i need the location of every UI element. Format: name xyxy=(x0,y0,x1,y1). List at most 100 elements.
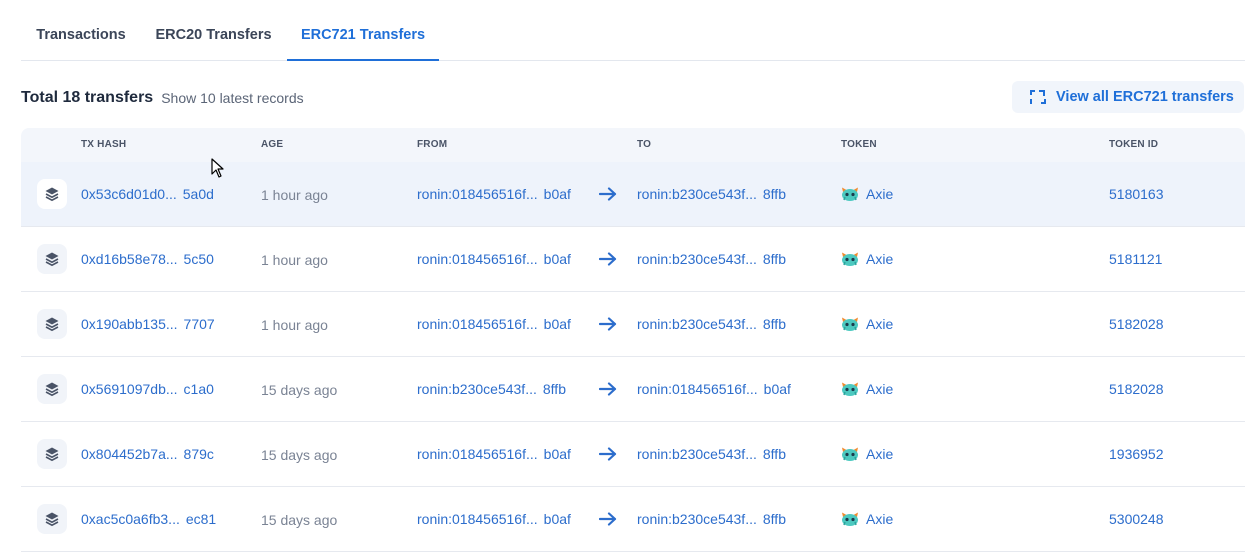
layers-icon[interactable] xyxy=(37,504,67,534)
axie-icon xyxy=(841,511,859,527)
to-address-link[interactable]: ronin:b230ce543f... 8ffb xyxy=(637,227,786,291)
from-address-link[interactable]: ronin:018456516f... b0af xyxy=(417,292,571,356)
token-id-link[interactable]: 5300248 xyxy=(1109,487,1164,551)
col-from: FROM xyxy=(417,139,448,150)
view-all-erc721-button[interactable]: View all ERC721 transfers xyxy=(1012,81,1244,113)
token-id-link[interactable]: 5182028 xyxy=(1109,292,1164,356)
tx-hash-start[interactable]: 0x5691097db... xyxy=(81,381,178,397)
arrow-right-icon xyxy=(599,162,617,226)
from-address-end[interactable]: 8ffb xyxy=(543,381,566,397)
from-address-start[interactable]: ronin:018456516f... xyxy=(417,446,538,462)
to-address-link[interactable]: ronin:b230ce543f... 8ffb xyxy=(637,162,786,226)
table-row[interactable]: 0x5691097db... c1a0 15 days ago ronin:b23… xyxy=(21,357,1245,422)
arrow-right-icon xyxy=(599,357,617,421)
to-address-end[interactable]: b0af xyxy=(764,381,791,397)
tx-hash-start[interactable]: 0xac5c0a6fb3... xyxy=(81,511,180,527)
token-id-link[interactable]: 5182028 xyxy=(1109,357,1164,421)
to-address-start[interactable]: ronin:b230ce543f... xyxy=(637,511,757,527)
token-link[interactable]: Axie xyxy=(841,422,893,486)
tx-hash-end[interactable]: ec81 xyxy=(186,511,216,527)
to-address-link[interactable]: ronin:b230ce543f... 8ffb xyxy=(637,487,786,551)
from-address-end[interactable]: b0af xyxy=(544,446,571,462)
from-address-start[interactable]: ronin:b230ce543f... xyxy=(417,381,537,397)
from-address-start[interactable]: ronin:018456516f... xyxy=(417,251,538,267)
to-address-end[interactable]: 8ffb xyxy=(763,446,786,462)
token-id-link[interactable]: 5180163 xyxy=(1109,162,1164,226)
token-name[interactable]: Axie xyxy=(866,186,893,202)
axie-icon xyxy=(841,251,859,267)
layers-icon[interactable] xyxy=(37,439,67,469)
table-row[interactable]: 0x804452b7a... 879c 15 days ago ronin:018… xyxy=(21,422,1245,487)
layers-icon[interactable] xyxy=(37,179,67,209)
mouse-cursor-icon xyxy=(211,158,225,183)
from-address-end[interactable]: b0af xyxy=(544,316,571,332)
from-address-end[interactable]: b0af xyxy=(544,511,571,527)
tx-hash-link[interactable]: 0x53c6d01d0... 5a0d xyxy=(81,162,214,226)
from-address-start[interactable]: ronin:018456516f... xyxy=(417,511,538,527)
tx-hash-end[interactable]: 5a0d xyxy=(183,186,214,202)
tx-hash-link[interactable]: 0x190abb135... 7707 xyxy=(81,292,215,356)
to-address-end[interactable]: 8ffb xyxy=(763,186,786,202)
from-address-link[interactable]: ronin:018456516f... b0af xyxy=(417,487,571,551)
tx-hash-end[interactable]: c1a0 xyxy=(184,381,214,397)
token-name[interactable]: Axie xyxy=(866,251,893,267)
token-id-link[interactable]: 5181121 xyxy=(1109,227,1162,291)
table-row[interactable]: 0x53c6d01d0... 5a0d 1 hour ago ronin:0184… xyxy=(21,162,1245,227)
from-address-link[interactable]: ronin:b230ce543f... 8ffb xyxy=(417,357,566,421)
tx-hash-link[interactable]: 0xac5c0a6fb3... ec81 xyxy=(81,487,216,551)
age-text: 15 days ago xyxy=(261,512,338,528)
tx-hash-start[interactable]: 0xd16b58e78... xyxy=(81,251,178,267)
table-header: TX HASH AGE FROM TO TOKEN TOKEN ID xyxy=(21,128,1245,162)
to-address-start[interactable]: ronin:b230ce543f... xyxy=(637,251,757,267)
tab-erc721-transfers[interactable]: ERC721 Transfers xyxy=(287,0,439,61)
token-name[interactable]: Axie xyxy=(866,511,893,527)
token-link[interactable]: Axie xyxy=(841,292,893,356)
from-address-link[interactable]: ronin:018456516f... b0af xyxy=(417,162,571,226)
to-address-link[interactable]: ronin:b230ce543f... 8ffb xyxy=(637,292,786,356)
to-address-end[interactable]: 8ffb xyxy=(763,511,786,527)
to-address-start[interactable]: ronin:b230ce543f... xyxy=(637,446,757,462)
tab-transactions[interactable]: Transactions xyxy=(21,0,141,60)
age-text: 1 hour ago xyxy=(261,187,328,203)
layers-icon[interactable] xyxy=(37,374,67,404)
layers-icon[interactable] xyxy=(37,244,67,274)
from-address-end[interactable]: b0af xyxy=(544,186,571,202)
tx-hash-end[interactable]: 879c xyxy=(184,446,214,462)
table-body: 0x53c6d01d0... 5a0d 1 hour ago ronin:0184… xyxy=(21,162,1245,552)
to-address-start[interactable]: ronin:018456516f... xyxy=(637,381,758,397)
tx-hash-start[interactable]: 0x190abb135... xyxy=(81,316,178,332)
layers-icon[interactable] xyxy=(37,309,67,339)
to-address-start[interactable]: ronin:b230ce543f... xyxy=(637,186,757,202)
col-token: TOKEN xyxy=(841,139,877,150)
tx-hash-link[interactable]: 0x5691097db... c1a0 xyxy=(81,357,214,421)
token-name[interactable]: Axie xyxy=(866,381,893,397)
tx-hash-end[interactable]: 5c50 xyxy=(184,251,214,267)
from-address-start[interactable]: ronin:018456516f... xyxy=(417,316,538,332)
table-row[interactable]: 0xd16b58e78... 5c50 1 hour ago ronin:0184… xyxy=(21,227,1245,292)
to-address-link[interactable]: ronin:018456516f... b0af xyxy=(637,357,791,421)
tx-hash-start[interactable]: 0x53c6d01d0... xyxy=(81,186,177,202)
tx-hash-start[interactable]: 0x804452b7a... xyxy=(81,446,178,462)
to-address-end[interactable]: 8ffb xyxy=(763,251,786,267)
from-address-link[interactable]: ronin:018456516f... b0af xyxy=(417,227,571,291)
tx-hash-link[interactable]: 0xd16b58e78... 5c50 xyxy=(81,227,214,291)
transfers-summary: Total 18 transfers Show 10 latest record… xyxy=(21,86,304,110)
token-name[interactable]: Axie xyxy=(866,446,893,462)
tx-hash-end[interactable]: 7707 xyxy=(184,316,215,332)
to-address-link[interactable]: ronin:b230ce543f... 8ffb xyxy=(637,422,786,486)
token-link[interactable]: Axie xyxy=(841,162,893,226)
to-address-start[interactable]: ronin:b230ce543f... xyxy=(637,316,757,332)
from-address-end[interactable]: b0af xyxy=(544,251,571,267)
table-row[interactable]: 0x190abb135... 7707 1 hour ago ronin:0184… xyxy=(21,292,1245,357)
token-link[interactable]: Axie xyxy=(841,227,893,291)
token-link[interactable]: Axie xyxy=(841,357,893,421)
token-id-link[interactable]: 1936952 xyxy=(1109,422,1164,486)
token-name[interactable]: Axie xyxy=(866,316,893,332)
token-link[interactable]: Axie xyxy=(841,487,893,551)
from-address-start[interactable]: ronin:018456516f... xyxy=(417,186,538,202)
tx-hash-link[interactable]: 0x804452b7a... 879c xyxy=(81,422,214,486)
table-row[interactable]: 0xac5c0a6fb3... ec81 15 days ago ronin:01… xyxy=(21,487,1245,552)
from-address-link[interactable]: ronin:018456516f... b0af xyxy=(417,422,571,486)
to-address-end[interactable]: 8ffb xyxy=(763,316,786,332)
tab-erc20-transfers[interactable]: ERC20 Transfers xyxy=(141,0,286,60)
